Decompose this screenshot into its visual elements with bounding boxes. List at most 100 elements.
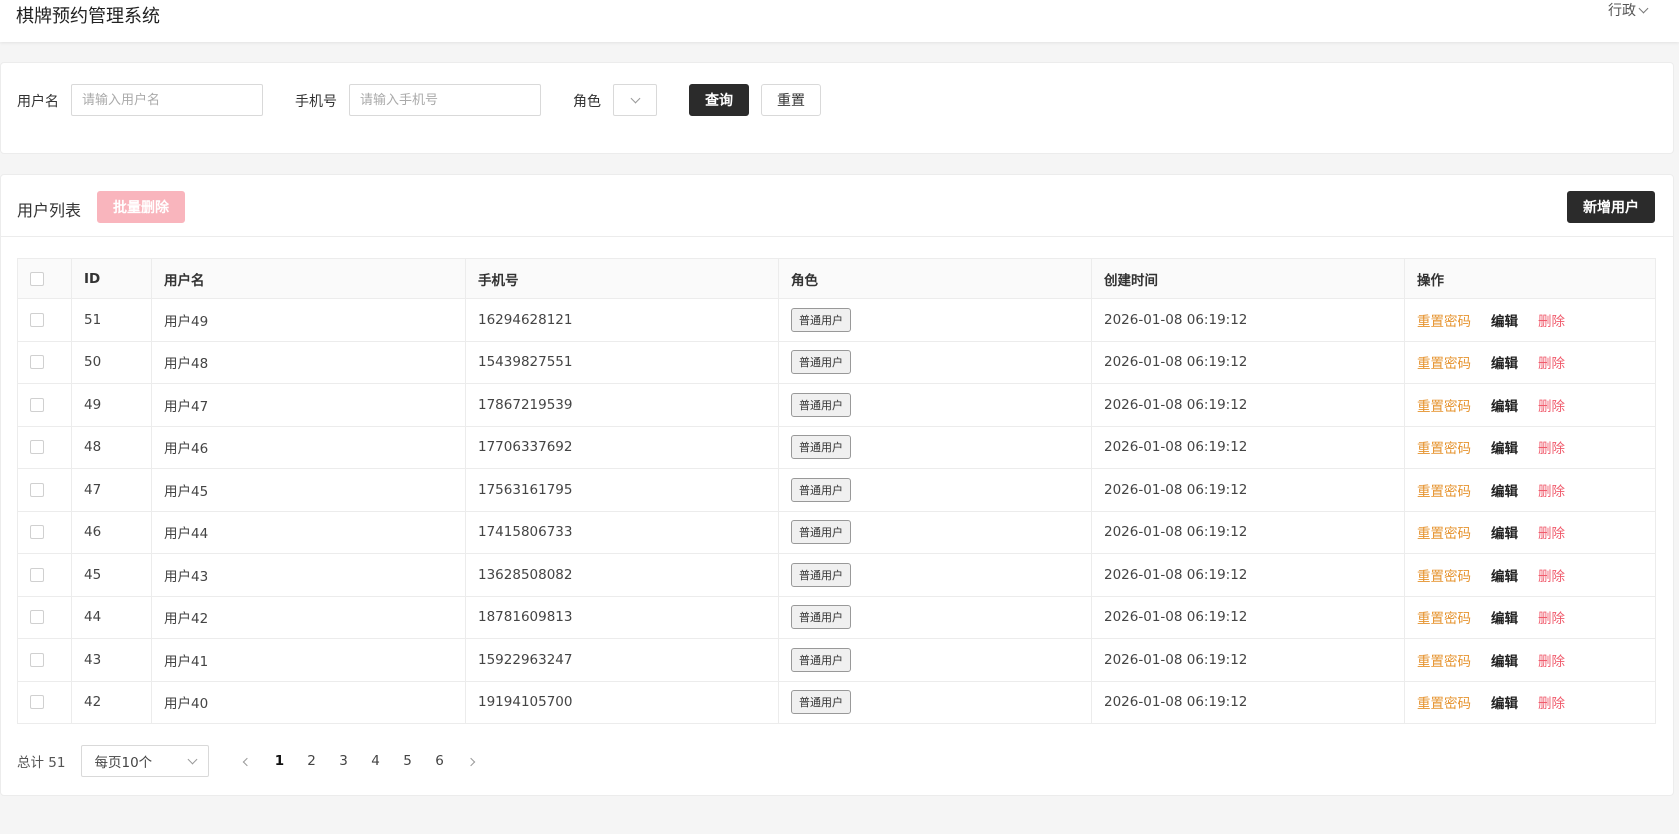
actions-cell: 重置密码 编辑 删除: [1404, 298, 1656, 342]
table-row: 44 用户42 18781609813 普通用户 2026-01-08 06:19:12…: [17, 595, 1656, 639]
edit-link[interactable]: 编辑: [1491, 526, 1518, 542]
delete-link[interactable]: 删除: [1538, 654, 1565, 670]
add-user-button[interactable]: 新增用户: [1567, 191, 1655, 223]
edit-link[interactable]: 编辑: [1491, 654, 1518, 670]
actions-cell: 重置密码 编辑 删除: [1404, 340, 1656, 384]
id-cell: 51: [71, 298, 152, 342]
username-cell: 用户45: [151, 468, 466, 512]
select-all-cell: [17, 258, 72, 299]
chevron-left-icon: [243, 757, 252, 767]
delete-link[interactable]: 删除: [1538, 399, 1565, 415]
reset-password-link[interactable]: 重置密码: [1417, 356, 1471, 372]
chevron-down-icon: [188, 754, 198, 764]
delete-link[interactable]: 删除: [1538, 569, 1565, 585]
filter-panel: 用户名 手机号 角色 查询 重置: [0, 62, 1674, 154]
username-cell: 用户48: [151, 340, 466, 384]
reset-button[interactable]: 重置: [761, 84, 821, 116]
row-checkbox[interactable]: [30, 610, 44, 625]
table-row: 50 用户48 15439827551 普通用户 2026-01-08 06:19:12…: [17, 340, 1656, 384]
batch-delete-button[interactable]: 批量删除: [97, 191, 185, 223]
row-checkbox[interactable]: [30, 355, 44, 370]
role-label: 角色: [573, 94, 601, 110]
select-all-checkbox[interactable]: [30, 271, 44, 286]
delete-link[interactable]: 删除: [1538, 441, 1565, 457]
edit-link[interactable]: 编辑: [1491, 356, 1518, 372]
phone-cell: 19194105700: [465, 680, 779, 724]
created-time-cell: 2026-01-08 06:19:12: [1091, 425, 1405, 469]
user-menu[interactable]: 行政: [1608, 0, 1649, 20]
edit-link[interactable]: 编辑: [1491, 696, 1518, 712]
reset-password-link[interactable]: 重置密码: [1417, 526, 1471, 542]
edit-link[interactable]: 编辑: [1491, 484, 1518, 500]
created-time-cell: 2026-01-08 06:19:12: [1091, 340, 1405, 384]
username-input[interactable]: [71, 84, 263, 116]
row-select-cell: [17, 638, 72, 682]
delete-link[interactable]: 删除: [1538, 356, 1565, 372]
user-list-panel: 用户列表 批量删除 新增用户 ID 用户名 手机号 角色 创建时间 操作 51 用…: [0, 174, 1674, 796]
prev-page-button[interactable]: [231, 753, 263, 769]
edit-link[interactable]: 编辑: [1491, 611, 1518, 627]
id-cell: 42: [71, 680, 152, 724]
actions-cell: 重置密码 编辑 删除: [1404, 680, 1656, 724]
reset-password-link[interactable]: 重置密码: [1417, 654, 1471, 670]
row-select-cell: [17, 340, 72, 384]
edit-link[interactable]: 编辑: [1491, 441, 1518, 457]
page-number-button[interactable]: 6: [423, 753, 455, 769]
delete-link[interactable]: 删除: [1538, 696, 1565, 712]
phone-input[interactable]: [349, 84, 541, 116]
phone-label: 手机号: [295, 94, 337, 110]
row-checkbox[interactable]: [30, 567, 44, 582]
role-select[interactable]: [613, 84, 657, 116]
column-header: 角色: [778, 258, 1092, 299]
row-checkbox[interactable]: [30, 695, 44, 710]
row-checkbox[interactable]: [30, 525, 44, 540]
actions-cell: 重置密码 编辑 删除: [1404, 425, 1656, 469]
query-button[interactable]: 查询: [689, 84, 749, 116]
role-cell: 普通用户: [778, 468, 1092, 512]
role-cell: 普通用户: [778, 340, 1092, 384]
table-row: 48 用户46 17706337692 普通用户 2026-01-08 06:19:12…: [17, 425, 1656, 469]
chevron-down-icon: [630, 93, 640, 103]
phone-cell: 17415806733: [465, 510, 779, 554]
reset-password-link[interactable]: 重置密码: [1417, 314, 1471, 330]
reset-password-link[interactable]: 重置密码: [1417, 696, 1471, 712]
reset-password-link[interactable]: 重置密码: [1417, 441, 1471, 457]
role-badge: 普通用户: [791, 647, 851, 672]
row-checkbox[interactable]: [30, 397, 44, 412]
page-number-button[interactable]: 3: [327, 753, 359, 769]
table-row: 47 用户45 17563161795 普通用户 2026-01-08 06:19:12…: [17, 468, 1656, 512]
phone-cell: 13628508082: [465, 553, 779, 597]
row-select-cell: [17, 553, 72, 597]
id-cell: 43: [71, 638, 152, 682]
page-number-button[interactable]: 2: [295, 753, 327, 769]
reset-password-link[interactable]: 重置密码: [1417, 569, 1471, 585]
row-checkbox[interactable]: [30, 482, 44, 497]
table-row: 51 用户49 16294628121 普通用户 2026-01-08 06:19:12…: [17, 298, 1656, 342]
page-list: 123456: [263, 753, 455, 769]
username-label: 用户名: [17, 94, 59, 110]
delete-link[interactable]: 删除: [1538, 526, 1565, 542]
reset-password-link[interactable]: 重置密码: [1417, 484, 1471, 500]
role-badge: 普通用户: [791, 307, 851, 332]
reset-password-link[interactable]: 重置密码: [1417, 399, 1471, 415]
edit-link[interactable]: 编辑: [1491, 314, 1518, 330]
page-number-button[interactable]: 5: [391, 753, 423, 769]
row-checkbox[interactable]: [30, 312, 44, 327]
row-checkbox[interactable]: [30, 440, 44, 455]
page-number-button[interactable]: 1: [263, 753, 295, 769]
delete-link[interactable]: 删除: [1538, 314, 1565, 330]
delete-link[interactable]: 删除: [1538, 611, 1565, 627]
column-header: 操作: [1404, 258, 1656, 299]
id-cell: 44: [71, 595, 152, 639]
created-time-cell: 2026-01-08 06:19:12: [1091, 638, 1405, 682]
page-size-select[interactable]: 每页10个: [81, 745, 210, 777]
edit-link[interactable]: 编辑: [1491, 399, 1518, 415]
edit-link[interactable]: 编辑: [1491, 569, 1518, 585]
row-checkbox[interactable]: [30, 652, 44, 667]
reset-password-link[interactable]: 重置密码: [1417, 611, 1471, 627]
role-badge: 普通用户: [791, 520, 851, 545]
next-page-button[interactable]: [455, 753, 487, 769]
delete-link[interactable]: 删除: [1538, 484, 1565, 500]
page-number-button[interactable]: 4: [359, 753, 391, 769]
list-title: 用户列表: [17, 201, 82, 220]
